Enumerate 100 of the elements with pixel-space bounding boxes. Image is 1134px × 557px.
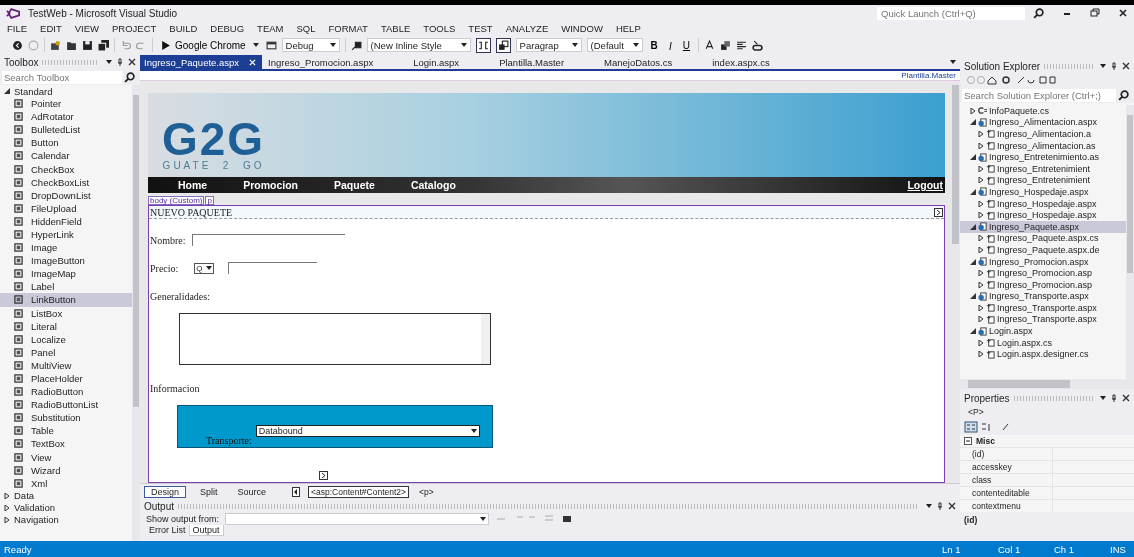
toolbox-item[interactable]: TextBox — [0, 437, 132, 451]
toolbox-item[interactable]: Literal — [0, 319, 132, 333]
menu-item[interactable]: FORMAT — [328, 22, 368, 34]
toolbox-item[interactable]: CheckBox — [0, 162, 132, 176]
toolbox-group[interactable]: Validation — [0, 501, 132, 514]
menu-item[interactable]: FILE — [7, 22, 28, 34]
tree-item[interactable]: Ingreso_Entretenimient — [960, 162, 1126, 175]
tree-item[interactable]: InfoPaquete.cs — [960, 105, 1126, 117]
document-tab[interactable]: ManejoDatos.cs — [600, 55, 679, 69]
tree-item[interactable]: Ingreso_Alimentacion.aspx — [960, 116, 1126, 129]
search-field[interactable]: Search Toolbox — [2, 70, 122, 84]
menu-item[interactable]: VIEW — [74, 22, 99, 34]
view-tab[interactable]: Split — [194, 486, 224, 497]
nav-link[interactable]: Catalogo — [410, 179, 456, 191]
tree-item[interactable]: Ingreso_Entretenimient — [960, 174, 1126, 187]
tree-item[interactable]: Ingreso_Transporte.aspx — [960, 313, 1126, 326]
search-field[interactable]: Search Solution Explorer (Ctrl+;) — [962, 88, 1116, 102]
toolbox-item[interactable]: MultiView — [0, 358, 132, 372]
configuration-dropdown[interactable]: Debug — [281, 38, 340, 52]
menu-item[interactable]: WINDOW — [561, 22, 603, 34]
tree-item[interactable]: Ingreso_Paquete.aspx — [960, 220, 1126, 233]
tree-item[interactable]: Ingreso_Promocion.asp — [960, 267, 1126, 279]
document-tab[interactable]: index.aspx.cs — [708, 55, 776, 69]
toolbox-item[interactable]: Label — [0, 280, 132, 294]
toolbox-item[interactable]: HiddenField — [0, 214, 132, 228]
nav-link[interactable]: Paquete — [334, 179, 375, 191]
toolbox-item[interactable]: Pointer — [0, 97, 132, 111]
toolbox-item[interactable]: Table — [0, 424, 132, 438]
format-button[interactable]: B — [647, 39, 661, 51]
format-button[interactable]: I — [665, 40, 675, 50]
tree-item[interactable]: Login.aspx.designer.cs — [960, 348, 1126, 361]
toolbox-item[interactable]: Localize — [0, 332, 132, 346]
toolbox-item[interactable]: RadioButton — [0, 385, 132, 399]
toolbox-item[interactable]: View — [0, 450, 132, 464]
menu-item[interactable]: SQL — [296, 22, 316, 34]
toolbox-item[interactable]: Image — [0, 241, 132, 255]
view-tab[interactable]: Source — [231, 486, 273, 497]
menu-item[interactable]: ANALYZE — [505, 22, 549, 34]
tree-item[interactable]: Login.aspx — [960, 325, 1126, 337]
nav-link[interactable]: Home — [178, 179, 208, 191]
toolbox-item[interactable]: Substitution — [0, 411, 132, 425]
tree-item[interactable]: Ingreso_Hospedaje.aspx — [960, 197, 1126, 210]
font-dropdown[interactable]: (Default — [586, 38, 643, 52]
toolbox-item[interactable]: Wizard — [0, 463, 132, 477]
tree-item[interactable]: Ingreso_Alimentacion.as — [960, 139, 1126, 152]
toolbox-item[interactable]: PlaceHolder — [0, 371, 132, 386]
toolbox-item[interactable]: AdRotator — [0, 110, 132, 124]
logout-link[interactable]: Logout — [907, 179, 943, 191]
panel-tab[interactable]: Output — [188, 525, 224, 536]
toolbox-group[interactable]: Standard — [0, 85, 132, 97]
document-tab[interactable]: Plantilla.Master — [495, 55, 571, 69]
toolbox-item[interactable]: ImageMap — [0, 267, 132, 281]
transport-dropdown[interactable]: Databound — [255, 425, 480, 437]
tree-item[interactable]: Ingreso_Paquete.aspx.cs — [960, 232, 1126, 245]
currency-dropdown[interactable]: Q — [194, 262, 214, 274]
tree-item[interactable]: Ingreso_Transporte.aspx — [960, 290, 1126, 303]
property-name[interactable]: contextmenu — [960, 500, 1052, 512]
toolbox-item[interactable]: Button — [0, 136, 132, 150]
breadcrumb-item[interactable]: <asp:Content#Content2> — [308, 485, 410, 498]
master-page-link[interactable]: Plantilla.Master — [901, 71, 956, 80]
toolbox-item[interactable]: DropDownList — [0, 188, 132, 202]
tree-item[interactable]: Ingreso_Promocion.aspx — [960, 255, 1126, 268]
toolbox-group[interactable]: Data — [0, 489, 132, 502]
style-dropdown[interactable]: (New Inline Style — [366, 38, 471, 52]
menu-item[interactable]: PROJECT — [112, 22, 157, 34]
toolbox-item[interactable]: LinkButton — [0, 293, 132, 307]
toolbox-item[interactable]: Xml — [0, 476, 132, 490]
menu-item[interactable]: TOOLS — [423, 22, 456, 34]
menu-item[interactable]: BUILD — [169, 22, 198, 34]
property-name[interactable]: class — [960, 474, 1052, 486]
tree-item[interactable]: Ingreso_Hospedaje.aspx — [960, 209, 1126, 221]
format-button[interactable]: U — [679, 39, 694, 51]
document-tab[interactable]: Login.aspx — [409, 55, 466, 69]
menu-item[interactable]: TABLE — [380, 22, 411, 34]
toolbox-item[interactable]: Panel — [0, 345, 132, 359]
menu-item[interactable]: EDIT — [40, 22, 62, 34]
menu-item[interactable]: TEAM — [257, 22, 284, 34]
document-tab[interactable]: Ingreso_Promocion.aspx — [264, 55, 380, 69]
toolbox-item[interactable]: FileUpload — [0, 201, 132, 215]
menu-item[interactable]: HELP — [615, 22, 641, 34]
tree-item[interactable]: Ingreso_Entretenimiento.as — [960, 151, 1126, 163]
menu-item[interactable]: TEST — [468, 22, 493, 34]
tree-item[interactable]: Ingreso_Promocion.asp — [960, 278, 1126, 291]
toolbox-item[interactable]: CheckBoxList — [0, 175, 132, 189]
toolbox-item[interactable]: RadioButtonList — [0, 398, 132, 412]
tree-item[interactable]: Login.aspx.cs — [960, 336, 1126, 349]
toolbox-item[interactable]: ImageButton — [0, 254, 132, 268]
run-button[interactable]: Google Chrome — [158, 39, 261, 51]
breadcrumb-item[interactable]: <p> — [417, 486, 436, 497]
view-tab[interactable]: Design — [144, 485, 186, 498]
toolbox-item[interactable]: Calendar — [0, 149, 132, 163]
panel-tab[interactable]: Error List — [146, 525, 189, 536]
tree-item[interactable]: Ingreso_Hospedaje.aspx — [960, 186, 1126, 198]
property-name[interactable]: (id) — [960, 448, 1052, 460]
property-name[interactable]: contenteditable — [960, 487, 1052, 499]
tree-item[interactable]: Ingreso_Alimentacion.a — [960, 128, 1126, 140]
toolbox-group[interactable]: Navigation — [0, 513, 132, 526]
toolbox-item[interactable]: HyperLink — [0, 227, 132, 242]
block-format-dropdown[interactable]: Paragrap — [515, 38, 582, 52]
toolbox-item[interactable]: BulletedList — [0, 123, 132, 137]
